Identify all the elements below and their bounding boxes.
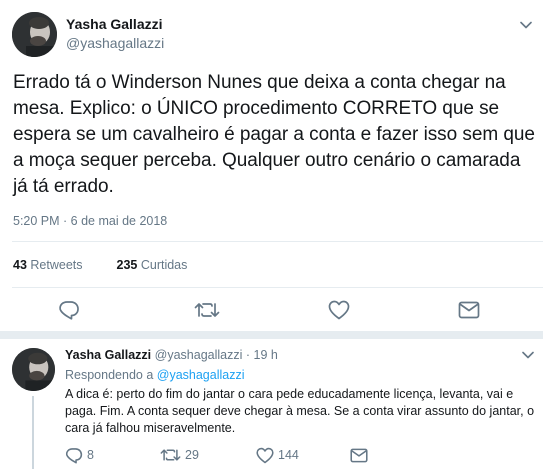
display-name[interactable]: Yasha Gallazzi <box>66 16 163 32</box>
reply-header: Yasha Gallazzi @yashagallazzi · 19 h <box>65 348 278 362</box>
reply-icon <box>58 300 80 320</box>
direct-message-button[interactable] <box>350 446 372 464</box>
heart-icon <box>256 447 274 463</box>
separator-dot: · <box>245 348 251 362</box>
avatar[interactable] <box>12 12 57 57</box>
display-name[interactable]: Yasha Gallazzi <box>65 348 151 362</box>
tweet-separator <box>0 331 543 339</box>
tweet-text: Errado tá o Winderson Nunes que deixa a … <box>13 72 535 197</box>
reply-count: 8 <box>87 448 94 462</box>
like-button[interactable]: 144 <box>256 446 299 464</box>
like-count: 144 <box>278 448 299 462</box>
retweet-icon <box>194 300 220 320</box>
replying-to-link[interactable]: @yashagallazzi <box>157 368 245 382</box>
retweet-icon <box>160 449 181 461</box>
chevron-down-icon[interactable] <box>520 349 536 361</box>
handle[interactable]: @yashagallazzi <box>66 35 164 51</box>
like-label[interactable]: Curtidas <box>141 258 188 272</box>
envelope-icon <box>458 301 480 319</box>
replying-to: Respondendo a @yashagallazzi <box>65 368 245 382</box>
retweet-button[interactable] <box>194 298 220 322</box>
tweet-stats: 43 Retweets 235 Curtidas <box>13 258 187 272</box>
chevron-down-icon[interactable] <box>518 19 534 31</box>
like-button[interactable] <box>327 298 351 322</box>
divider <box>12 241 543 242</box>
retweet-count[interactable]: 43 <box>13 258 27 272</box>
reply-button[interactable]: 8 <box>65 446 94 464</box>
retweet-count: 29 <box>185 448 199 462</box>
divider <box>12 287 543 288</box>
heart-icon <box>328 300 350 320</box>
retweet-button[interactable]: 29 <box>160 446 199 464</box>
envelope-icon <box>350 448 368 462</box>
thread-line <box>32 396 34 469</box>
direct-message-button[interactable] <box>457 298 481 322</box>
avatar[interactable] <box>12 348 55 391</box>
handle[interactable]: @yashagallazzi <box>155 348 243 362</box>
reply-text: A dica é: perto do fim do jantar o cara … <box>65 387 535 435</box>
reply-button[interactable] <box>57 298 81 322</box>
like-count[interactable]: 235 <box>117 258 138 272</box>
timestamp[interactable]: 5:20 PM · 6 de mai de 2018 <box>13 214 167 228</box>
retweet-label[interactable]: Retweets <box>30 258 82 272</box>
replying-prefix: Respondendo a <box>65 368 154 382</box>
main-tweet: Yasha Gallazzi @yashagallazzi Errado tá … <box>0 0 543 331</box>
reply-tweet[interactable]: Yasha Gallazzi @yashagallazzi · 19 h Res… <box>0 339 543 469</box>
tweet-time[interactable]: 19 h <box>254 348 278 362</box>
reply-icon <box>65 447 83 463</box>
